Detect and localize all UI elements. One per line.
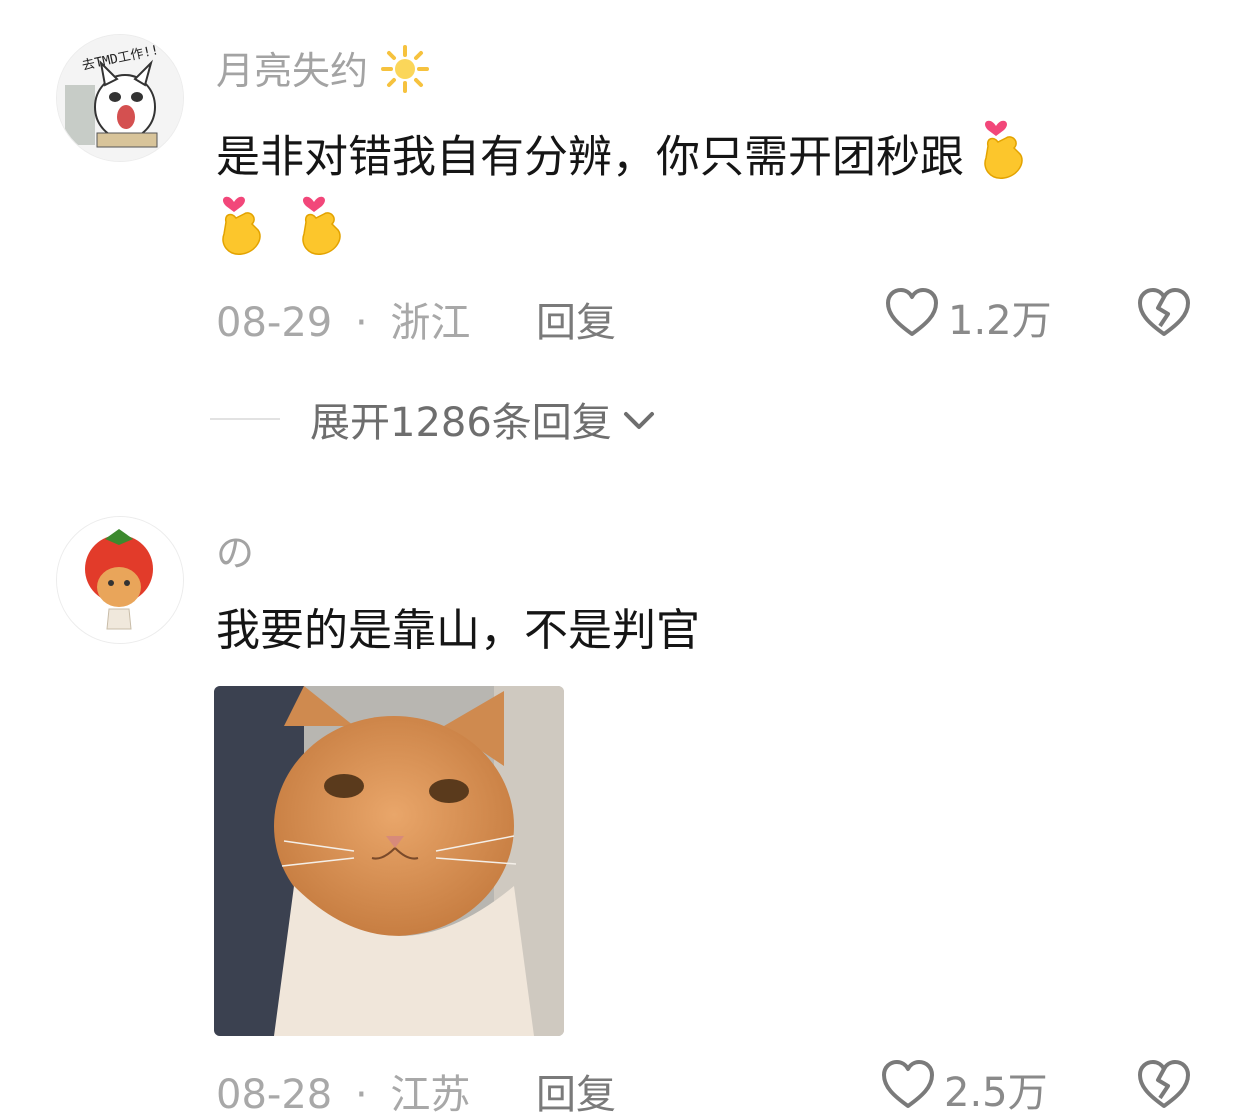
heart-icon — [884, 286, 948, 348]
finger-heart-icon — [296, 192, 348, 279]
like-button[interactable]: 2.5万 — [880, 1058, 1048, 1120]
comment-location: 浙江 — [390, 300, 471, 346]
comment-date: 08-28 — [216, 1072, 333, 1118]
comment-text-body: 是非对错我自有分辨，你只需开团秒跟 — [216, 131, 964, 183]
broken-heart-icon — [1136, 288, 1192, 342]
expand-replies-button[interactable]: 展开1286条回复 — [210, 390, 656, 448]
finger-heart-icon — [216, 192, 268, 279]
finger-heart-icon — [978, 116, 1030, 203]
reply-button[interactable]: 回复 — [536, 1062, 616, 1120]
comment-location: 江苏 — [390, 1072, 471, 1118]
username[interactable]: 月亮失约 — [216, 40, 430, 103]
comment-meta: 08-28 · 江苏 — [216, 1062, 470, 1120]
comment-text-emojis — [216, 192, 348, 279]
username-text: 月亮失约 — [216, 49, 369, 93]
meta-separator: · — [354, 1072, 368, 1118]
like-button[interactable]: 1.2万 — [884, 286, 1052, 348]
heart-icon — [880, 1058, 944, 1120]
dislike-button[interactable] — [1136, 1058, 1192, 1114]
comment-date: 08-29 — [216, 300, 333, 346]
chevron-down-icon — [622, 396, 656, 442]
username[interactable]: の — [216, 522, 254, 577]
comment-image[interactable] — [214, 686, 564, 1036]
comment-text: 我要的是靠山，不是判官 — [216, 605, 700, 656]
avatar[interactable]: 去TMD工作!! — [56, 34, 184, 162]
orange-cat-photo — [214, 686, 564, 1036]
broken-heart-icon — [1136, 1060, 1192, 1114]
avatar[interactable] — [56, 516, 184, 644]
meta-separator: · — [354, 300, 368, 346]
dislike-button[interactable] — [1136, 286, 1192, 342]
comment-text: 是非对错我自有分辨，你只需开团秒跟 — [216, 116, 1030, 203]
reply-button[interactable]: 回复 — [536, 290, 616, 348]
avatar-tomato-cat-image — [57, 517, 183, 643]
sun-icon — [380, 44, 430, 103]
divider-line — [210, 418, 280, 420]
comment-meta: 08-29 · 浙江 — [216, 290, 470, 348]
expand-replies-label: 展开1286条回复 — [310, 400, 612, 446]
like-count: 2.5万 — [944, 1070, 1048, 1116]
like-count: 1.2万 — [948, 298, 1052, 344]
